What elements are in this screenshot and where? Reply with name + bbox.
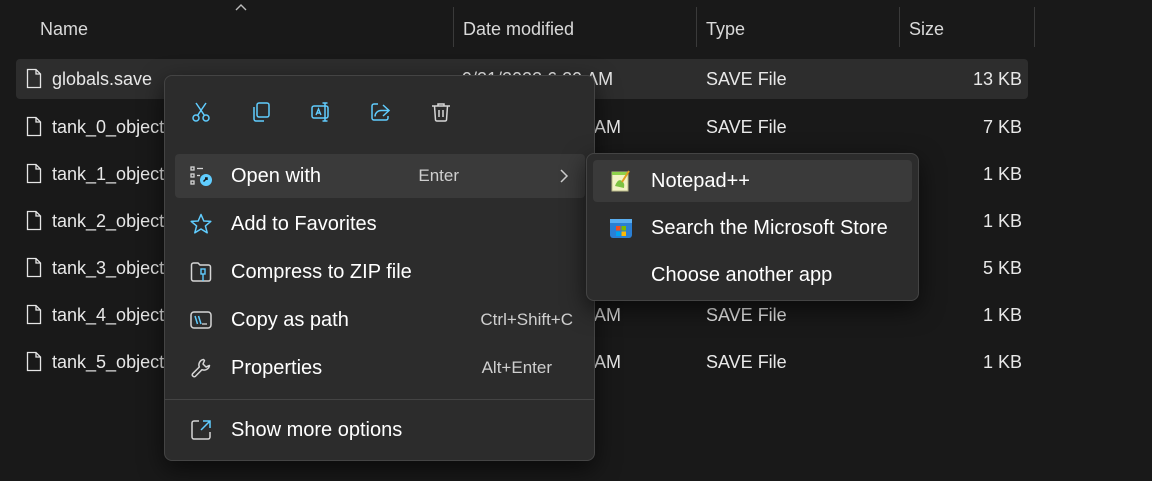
column-divider[interactable] bbox=[453, 7, 454, 47]
wrench-icon bbox=[191, 358, 211, 378]
zip-icon bbox=[190, 262, 212, 282]
menu-divider bbox=[165, 399, 594, 400]
submenu-item-label: Search the Microsoft Store bbox=[651, 217, 888, 239]
menu-item-properties[interactable]: Properties Alt+Enter bbox=[175, 346, 585, 390]
share-icon bbox=[371, 103, 391, 121]
file-size: 1 KB bbox=[982, 164, 1022, 184]
file-name: tank_4_objects bbox=[52, 305, 174, 325]
menu-item-label: Open with bbox=[231, 165, 322, 187]
file-type: SAVE File bbox=[706, 117, 787, 137]
menu-item-shortcut: Enter bbox=[418, 166, 459, 185]
file-size: 1 KB bbox=[982, 211, 1022, 231]
menu-item-label: Compress to ZIP file bbox=[231, 261, 412, 283]
context-menu: Open with Enter Add to Favorites Compres… bbox=[164, 75, 595, 461]
external-icon bbox=[191, 420, 211, 440]
cut-icon bbox=[192, 102, 210, 122]
file-name: tank_0_objects bbox=[52, 117, 174, 137]
menu-item-label: Add to Favorites bbox=[231, 213, 377, 235]
file-name: tank_3_objects bbox=[52, 258, 174, 278]
menu-item-shortcut: Ctrl+Shift+C bbox=[480, 310, 573, 329]
column-divider[interactable] bbox=[696, 7, 697, 47]
file-date: AM bbox=[594, 352, 621, 372]
file-size: 13 KB bbox=[972, 69, 1022, 89]
file-name: tank_1_objects bbox=[52, 164, 174, 184]
submenu-item-search-store[interactable]: Search the Microsoft Store bbox=[593, 207, 912, 249]
file-icon bbox=[26, 351, 42, 372]
column-header: Name Date modified Type Size bbox=[0, 0, 1152, 56]
file-name: tank_5_objects bbox=[52, 352, 174, 372]
column-name[interactable]: Name bbox=[40, 18, 88, 40]
file-size: 1 KB bbox=[982, 305, 1022, 325]
menu-item-label: Show more options bbox=[231, 419, 403, 441]
column-date-modified[interactable]: Date modified bbox=[463, 18, 574, 40]
file-name: tank_2_objects bbox=[52, 211, 174, 231]
submenu-item-label: Notepad++ bbox=[651, 170, 750, 192]
file-icon bbox=[26, 210, 42, 231]
copy-icon bbox=[253, 102, 270, 122]
rename-icon bbox=[311, 102, 329, 122]
file-size: 7 KB bbox=[982, 117, 1022, 137]
file-icon bbox=[26, 68, 42, 89]
file-icon bbox=[26, 304, 42, 325]
chevron-right-icon bbox=[560, 169, 569, 183]
star-icon bbox=[190, 213, 212, 234]
file-icon bbox=[26, 257, 42, 278]
file-name: globals.save bbox=[52, 69, 153, 89]
file-date: AM bbox=[594, 117, 621, 137]
menu-item-copy-as-path[interactable]: Copy as path Ctrl+Shift+C bbox=[175, 298, 585, 342]
submenu-item-notepadpp[interactable]: Notepad++ bbox=[593, 160, 912, 202]
open-with-submenu: Notepad++ Search the Microsoft Store Cho… bbox=[586, 153, 919, 301]
file-date: AM bbox=[594, 305, 621, 325]
share-button[interactable] bbox=[361, 92, 401, 132]
column-size[interactable]: Size bbox=[909, 18, 944, 40]
copy-path-icon bbox=[190, 311, 212, 329]
cut-button[interactable] bbox=[181, 92, 221, 132]
column-type[interactable]: Type bbox=[706, 18, 745, 40]
submenu-item-choose-another-app[interactable]: Choose another app bbox=[593, 254, 912, 296]
menu-item-add-to-favorites[interactable]: Add to Favorites bbox=[175, 202, 585, 246]
file-type: SAVE File bbox=[706, 352, 787, 372]
delete-icon bbox=[432, 103, 450, 122]
file-icon bbox=[26, 116, 42, 137]
column-divider[interactable] bbox=[1034, 7, 1035, 47]
store-icon bbox=[610, 219, 632, 238]
file-size: 1 KB bbox=[982, 352, 1022, 372]
sort-ascending-icon[interactable] bbox=[234, 2, 248, 12]
menu-item-label: Properties bbox=[231, 357, 323, 379]
menu-item-show-more-options[interactable]: Show more options bbox=[175, 408, 585, 452]
submenu-item-label: Choose another app bbox=[651, 264, 833, 286]
menu-item-label: Copy as path bbox=[231, 309, 349, 331]
notepadpp-icon bbox=[611, 170, 630, 192]
file-icon bbox=[26, 163, 42, 184]
delete-button[interactable] bbox=[421, 92, 461, 132]
rename-button[interactable] bbox=[301, 92, 341, 132]
copy-button[interactable] bbox=[241, 92, 281, 132]
menu-item-open-with[interactable]: Open with Enter bbox=[175, 154, 585, 198]
quick-action-bar bbox=[165, 76, 594, 148]
column-divider[interactable] bbox=[899, 7, 900, 47]
file-type: SAVE File bbox=[706, 69, 787, 89]
file-size: 5 KB bbox=[982, 258, 1022, 278]
menu-item-compress-zip[interactable]: Compress to ZIP file bbox=[175, 250, 585, 294]
file-type: SAVE File bbox=[706, 305, 787, 325]
open-with-icon bbox=[190, 166, 212, 186]
menu-item-shortcut: Alt+Enter bbox=[481, 358, 552, 377]
